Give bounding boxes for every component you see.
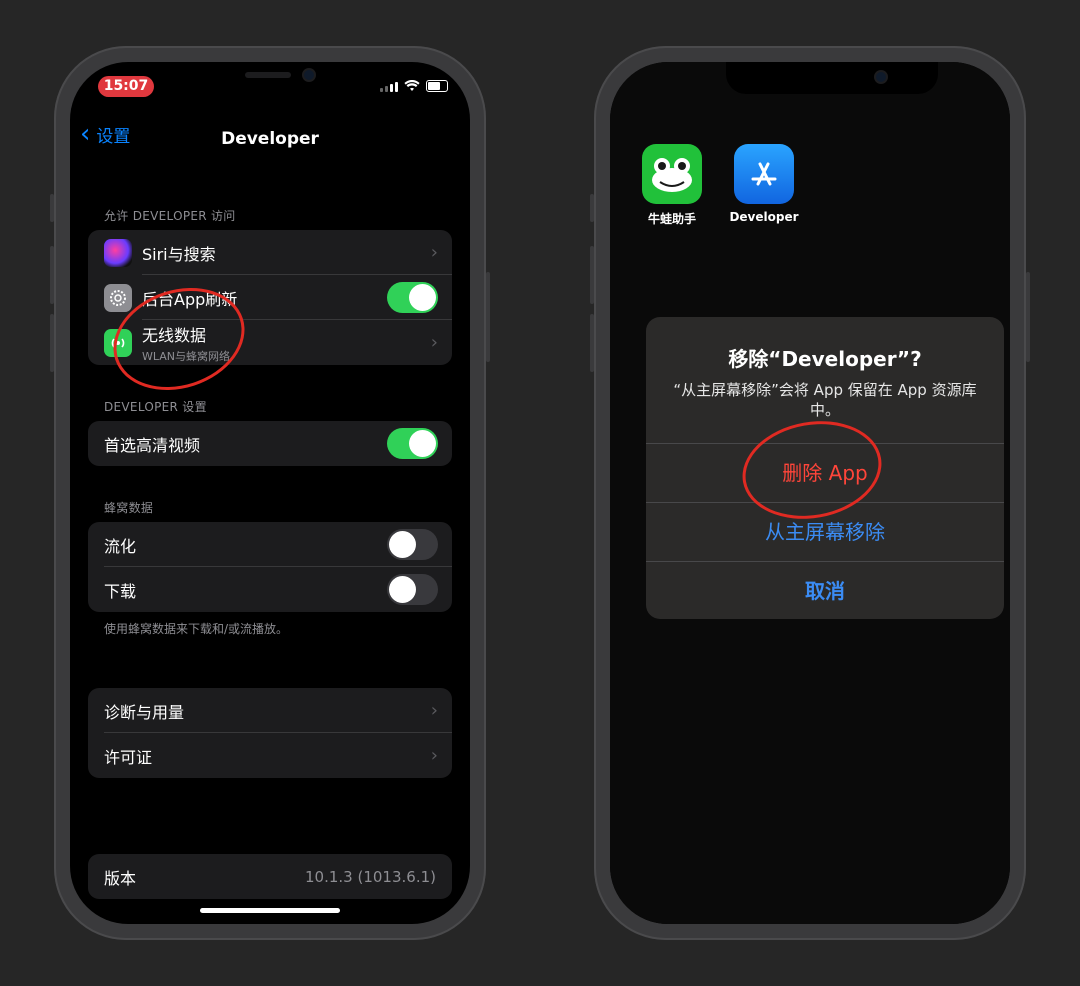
home-screen: 牛蛙助手 Developer 移除“Developer”? “从主屏幕移除”会将… [610, 62, 1010, 924]
row-label: Siri与搜索 [142, 244, 216, 264]
hd-video-toggle[interactable] [387, 428, 438, 459]
row-diagnostics[interactable]: 诊断与用量 › [88, 688, 452, 733]
cellular-group: 流化 下载 [88, 522, 452, 612]
wifi-icon [404, 80, 420, 91]
diagnostics-group: 诊断与用量 › 许可证 › [88, 688, 452, 778]
streaming-toggle[interactable] [387, 529, 438, 560]
section-header-access: 允许 DEVELOPER 访问 [104, 209, 236, 223]
row-streaming: 流化 [88, 522, 452, 567]
section-header-settings: DEVELOPER 设置 [104, 400, 207, 414]
cellular-footer-note: 使用蜂窝数据来下载和/或流播放。 [104, 622, 289, 636]
side-button [486, 272, 490, 362]
battery-icon [426, 80, 448, 92]
row-label: 流化 [104, 536, 137, 556]
notch [726, 62, 938, 94]
row-label: 版本 [104, 868, 137, 888]
gear-icon [104, 283, 132, 312]
page-title: Developer [221, 129, 319, 149]
side-button [1026, 272, 1030, 362]
app-store-icon [734, 144, 794, 204]
chevron-right-icon: › [430, 242, 438, 263]
volume-up-button [50, 246, 54, 304]
status-time: 15:07 [98, 76, 154, 97]
app-name: Developer [729, 210, 799, 224]
app-name: 牛蛙助手 [647, 212, 696, 226]
background-refresh-toggle[interactable] [387, 282, 438, 313]
left-phone-frame: 15:07 ‹ 设置 Developer 允许 DEVELOPER 访问 Sir… [50, 46, 490, 940]
chevron-right-icon: › [430, 332, 438, 353]
siri-icon [104, 238, 132, 267]
row-label: 诊断与用量 [104, 702, 185, 722]
download-toggle[interactable] [387, 574, 438, 605]
row-version: 版本 10.1.3 (1013.6.1) [88, 854, 452, 899]
row-siri-search[interactable]: Siri与搜索 › [88, 230, 452, 275]
alert-message: “从主屏幕移除”会将 App 保留在 App 资源库中。 [673, 381, 977, 419]
row-label: 首选高清视频 [104, 435, 201, 455]
cellular-signal-icon [380, 82, 398, 92]
app-icon-developer[interactable]: Developer [724, 144, 804, 224]
frog-icon [642, 144, 702, 204]
app-icon-frog-helper[interactable]: 牛蛙助手 [632, 144, 712, 227]
alert-title: 移除“Developer”? [728, 347, 922, 371]
chevron-right-icon: › [430, 700, 438, 721]
status-icons [380, 80, 448, 92]
settings-group: 首选高清视频 [88, 421, 452, 466]
speaker [245, 72, 291, 78]
front-camera [876, 72, 886, 82]
volume-down-button [50, 314, 54, 372]
right-phone-frame: 牛蛙助手 Developer 移除“Developer”? “从主屏幕移除”会将… [590, 46, 1030, 940]
mute-switch [590, 194, 594, 222]
volume-up-button [590, 246, 594, 304]
row-download: 下载 [88, 567, 452, 612]
home-indicator[interactable] [200, 908, 340, 913]
row-prefer-hd-video: 首选高清视频 [88, 421, 452, 466]
chevron-right-icon: › [430, 745, 438, 766]
cancel-button[interactable]: 取消 [646, 561, 1004, 619]
navigation-bar: ‹ 设置 Developer [70, 121, 470, 161]
version-group: 版本 10.1.3 (1013.6.1) [88, 854, 452, 899]
volume-down-button [590, 314, 594, 372]
row-license[interactable]: 许可证 › [88, 733, 452, 778]
mute-switch [50, 194, 54, 222]
front-camera [304, 70, 314, 80]
row-label: 许可证 [104, 747, 153, 767]
row-label: 下载 [104, 581, 137, 601]
version-value: 10.1.3 (1013.6.1) [305, 867, 436, 886]
section-header-cellular: 蜂窝数据 [104, 501, 154, 515]
settings-screen: 15:07 ‹ 设置 Developer 允许 DEVELOPER 访问 Sir… [70, 62, 470, 924]
